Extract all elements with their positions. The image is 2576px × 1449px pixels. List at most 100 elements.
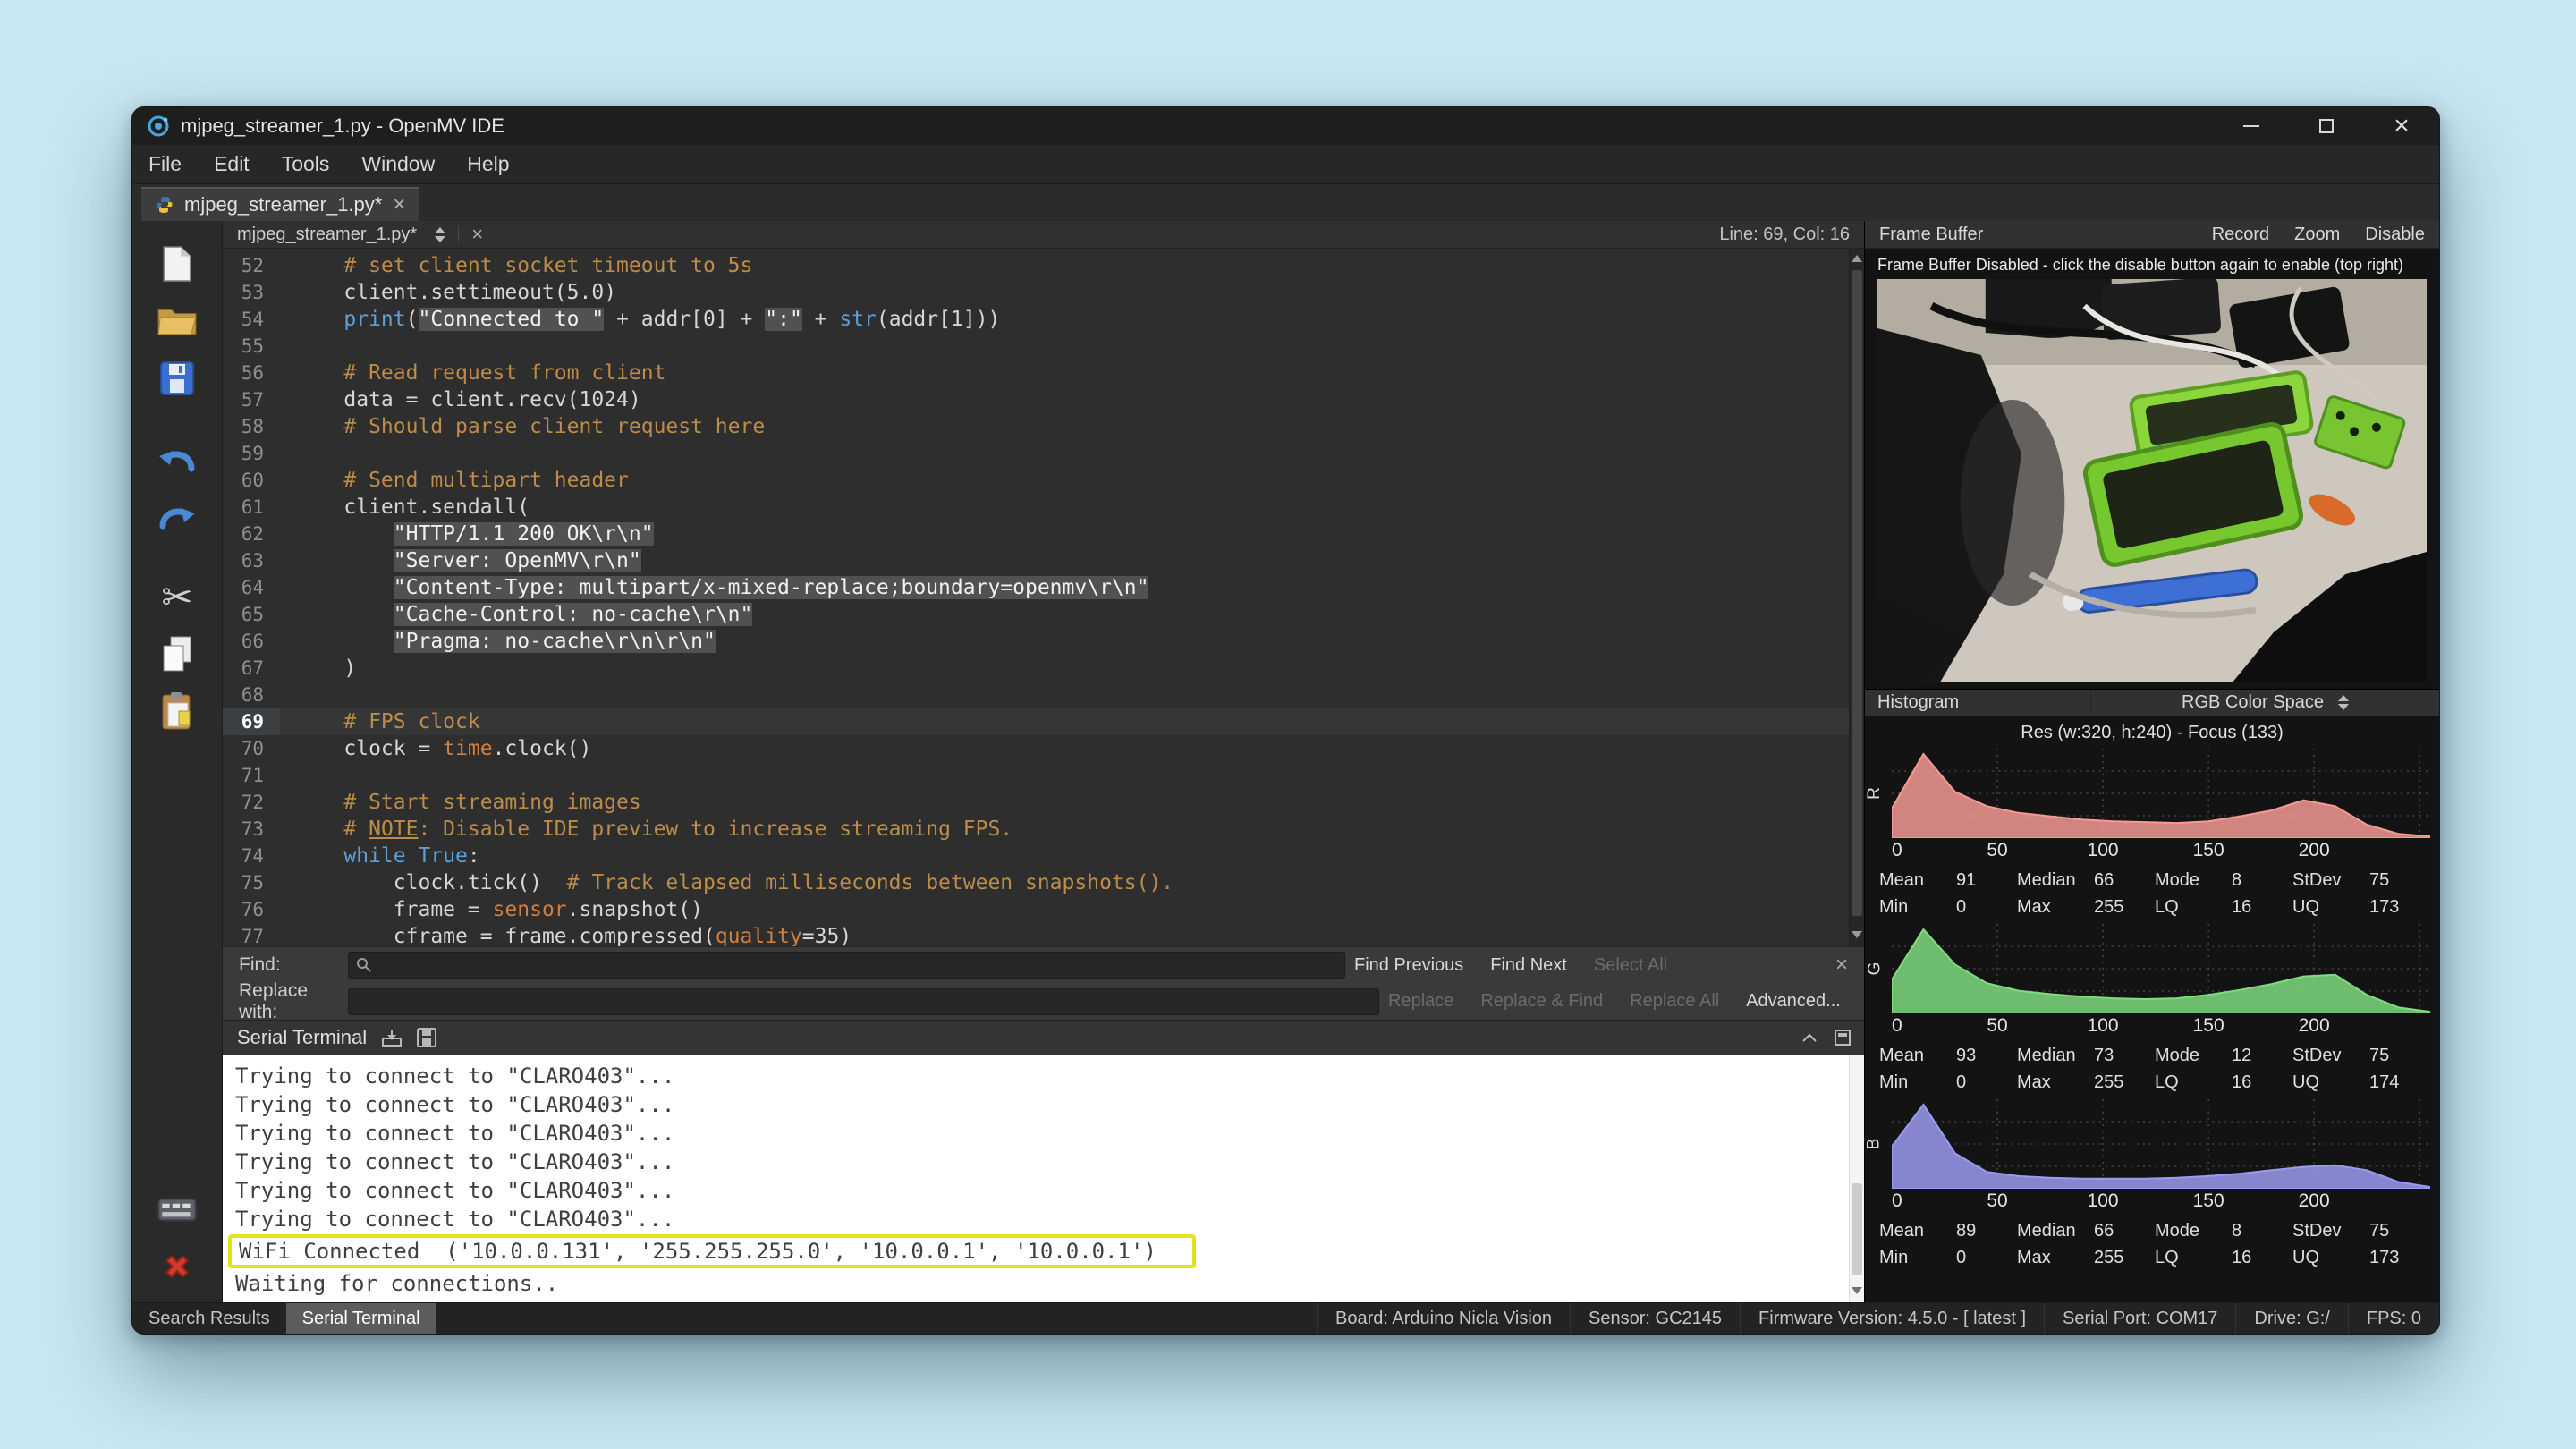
terminal-line: Waiting for connections.. xyxy=(235,1269,1846,1298)
export-log-icon[interactable] xyxy=(381,1028,402,1047)
minimize-icon xyxy=(2243,125,2259,127)
axis-tick-label: 0 xyxy=(1892,1015,1902,1037)
terminal-output: Trying to connect to "CLARO403"...Trying… xyxy=(235,1062,1846,1298)
code-line: 54 print("Connected to " + addr[0] + ":"… xyxy=(223,306,1864,333)
code-line: 75 clock.tick() # Track elapsed millisec… xyxy=(223,869,1864,896)
tab-mjpeg-streamer[interactable]: mjpeg_streamer_1.py* × xyxy=(141,187,419,221)
replace-buttons: Replace Replace & Find Replace All Advan… xyxy=(1388,991,1853,1012)
code-line: 74 while True: xyxy=(223,843,1864,869)
colorspace-select[interactable]: RGB Color Space xyxy=(2090,690,2439,716)
histogram-blue-stats: Mean89Median66Mode8StDev75Min0Max255LQ16… xyxy=(1879,1214,2430,1275)
document-selector-arrows-icon[interactable] xyxy=(435,227,445,242)
close-button[interactable]: × xyxy=(2364,107,2439,145)
frame-buffer-note: Frame Buffer Disabled - click the disabl… xyxy=(1877,254,2427,279)
tab-serial-terminal[interactable]: Serial Terminal xyxy=(286,1303,436,1334)
axis-tick-label: 200 xyxy=(2299,1191,2330,1212)
open-in-window-icon[interactable] xyxy=(1834,1029,1852,1046)
find-close-icon[interactable]: × xyxy=(1835,953,1848,978)
code-line: 61 client.sendall( xyxy=(223,494,1864,521)
replace-all-button[interactable]: Replace All xyxy=(1630,991,1719,1012)
document-selector[interactable]: mjpeg_streamer_1.py* xyxy=(237,225,417,245)
code-line: 70 clock = time.clock() xyxy=(223,735,1864,762)
code-area: 52 # set client socket timeout to 5s53 c… xyxy=(223,249,1864,946)
search-icon xyxy=(356,957,372,973)
terminal-scrollbar-thumb[interactable] xyxy=(1852,1183,1862,1275)
advanced-button[interactable]: Advanced... xyxy=(1746,991,1841,1012)
find-row: Find: Find Previous Find Next Select All xyxy=(223,947,1864,983)
scrollbar-thumb[interactable] xyxy=(1852,270,1862,916)
menu-file[interactable]: File xyxy=(132,145,198,183)
menu-tools[interactable]: Tools xyxy=(266,145,346,183)
line-number: 60 xyxy=(223,467,280,494)
disable-button[interactable]: Disable xyxy=(2365,225,2425,245)
axis-tick-label: 0 xyxy=(1892,1191,1902,1212)
select-all-button[interactable]: Select All xyxy=(1594,955,1667,976)
editor-scrollbar[interactable] xyxy=(1849,249,1864,946)
stat-stdev: StDev75 xyxy=(2292,870,2430,891)
code-line: 71 xyxy=(223,762,1864,789)
tab-search-results[interactable]: Search Results xyxy=(132,1303,286,1334)
code-line: 56 # Read request from client xyxy=(223,360,1864,386)
separator xyxy=(458,226,459,242)
stat-lq: LQ16 xyxy=(2155,897,2292,918)
redo-button[interactable] xyxy=(151,495,203,538)
zoom-button[interactable]: Zoom xyxy=(2294,225,2340,245)
camera-preview-graphic xyxy=(1877,279,2427,682)
code-editor[interactable]: 52 # set client socket timeout to 5s53 c… xyxy=(223,249,1864,946)
line-number: 72 xyxy=(223,789,280,816)
minimize-button[interactable] xyxy=(2214,107,2289,145)
open-file-button[interactable] xyxy=(151,300,203,343)
terminal-line: Trying to connect to "CLARO403"... xyxy=(235,1176,1846,1205)
undo-button[interactable] xyxy=(151,437,203,480)
find-next-button[interactable]: Find Next xyxy=(1490,955,1567,976)
maximize-button[interactable] xyxy=(2289,107,2364,145)
serial-terminal-output-area[interactable]: Trying to connect to "CLARO403"...Trying… xyxy=(223,1055,1864,1302)
histogram-green-plot: G xyxy=(1892,924,2430,1013)
replace-label: Replace with: xyxy=(233,980,339,1023)
connect-button[interactable] xyxy=(151,1188,203,1231)
copy-button[interactable] xyxy=(151,632,203,675)
find-input[interactable] xyxy=(348,952,1345,979)
replace-input[interactable] xyxy=(348,988,1379,1015)
menu-edit[interactable]: Edit xyxy=(198,145,266,183)
save-file-button[interactable] xyxy=(151,357,203,400)
code-line: 55 xyxy=(223,333,1864,360)
stop-button[interactable] xyxy=(151,1245,203,1288)
menu-help[interactable]: Help xyxy=(451,145,525,183)
frame-buffer-panel: Frame Buffer Record Zoom Disable Frame B… xyxy=(1864,221,2439,1302)
replace-and-find-button[interactable]: Replace & Find xyxy=(1480,991,1603,1012)
new-file-button[interactable] xyxy=(151,242,203,285)
code-line: 72 # Start streaming images xyxy=(223,789,1864,816)
terminal-scroll-down-icon[interactable] xyxy=(1852,1287,1862,1294)
split-close-icon[interactable]: × xyxy=(471,223,483,246)
stat-mode: Mode8 xyxy=(2155,1221,2292,1241)
colorspace-value: RGB Color Space xyxy=(2182,692,2324,713)
redo-icon xyxy=(157,501,197,531)
line-number: 65 xyxy=(223,601,280,628)
save-log-icon[interactable] xyxy=(417,1028,436,1047)
line-number: 63 xyxy=(223,547,280,574)
tab-close-icon[interactable]: × xyxy=(393,192,405,217)
find-buttons: Find Previous Find Next Select All xyxy=(1354,955,1819,976)
resolution-focus-label: Res (w:320, h:240) - Focus (133) xyxy=(1865,716,2439,749)
blue-axis-label: B xyxy=(1864,1139,1884,1150)
collapse-panel-icon[interactable] xyxy=(1801,1032,1818,1043)
window-controls: × xyxy=(2214,107,2439,145)
scroll-down-icon[interactable] xyxy=(1852,931,1862,938)
cut-button[interactable]: ✂ xyxy=(151,575,203,618)
record-button[interactable]: Record xyxy=(2212,225,2269,245)
toolbar: ✂ xyxy=(132,221,223,1302)
cursor-position: Line: 69, Col: 16 xyxy=(1719,225,1850,245)
colorspace-arrows-icon xyxy=(2338,695,2349,710)
menu-window[interactable]: Window xyxy=(345,145,451,183)
frame-buffer-area: Frame Buffer Disabled - click the disabl… xyxy=(1865,249,2439,689)
histogram-red-stats: Mean91Median66Mode8StDev75Min0Max255LQ16… xyxy=(1879,863,2430,924)
paste-button[interactable] xyxy=(151,690,203,733)
find-previous-button[interactable]: Find Previous xyxy=(1354,955,1463,976)
frame-buffer-header: Frame Buffer Record Zoom Disable xyxy=(1865,221,2439,249)
terminal-scrollbar[interactable] xyxy=(1849,1055,1864,1302)
titlebar: mjpeg_streamer_1.py - OpenMV IDE × xyxy=(132,107,2439,145)
scroll-up-icon[interactable] xyxy=(1852,255,1862,262)
stat-mode: Mode8 xyxy=(2155,870,2292,891)
replace-button[interactable]: Replace xyxy=(1388,991,1453,1012)
